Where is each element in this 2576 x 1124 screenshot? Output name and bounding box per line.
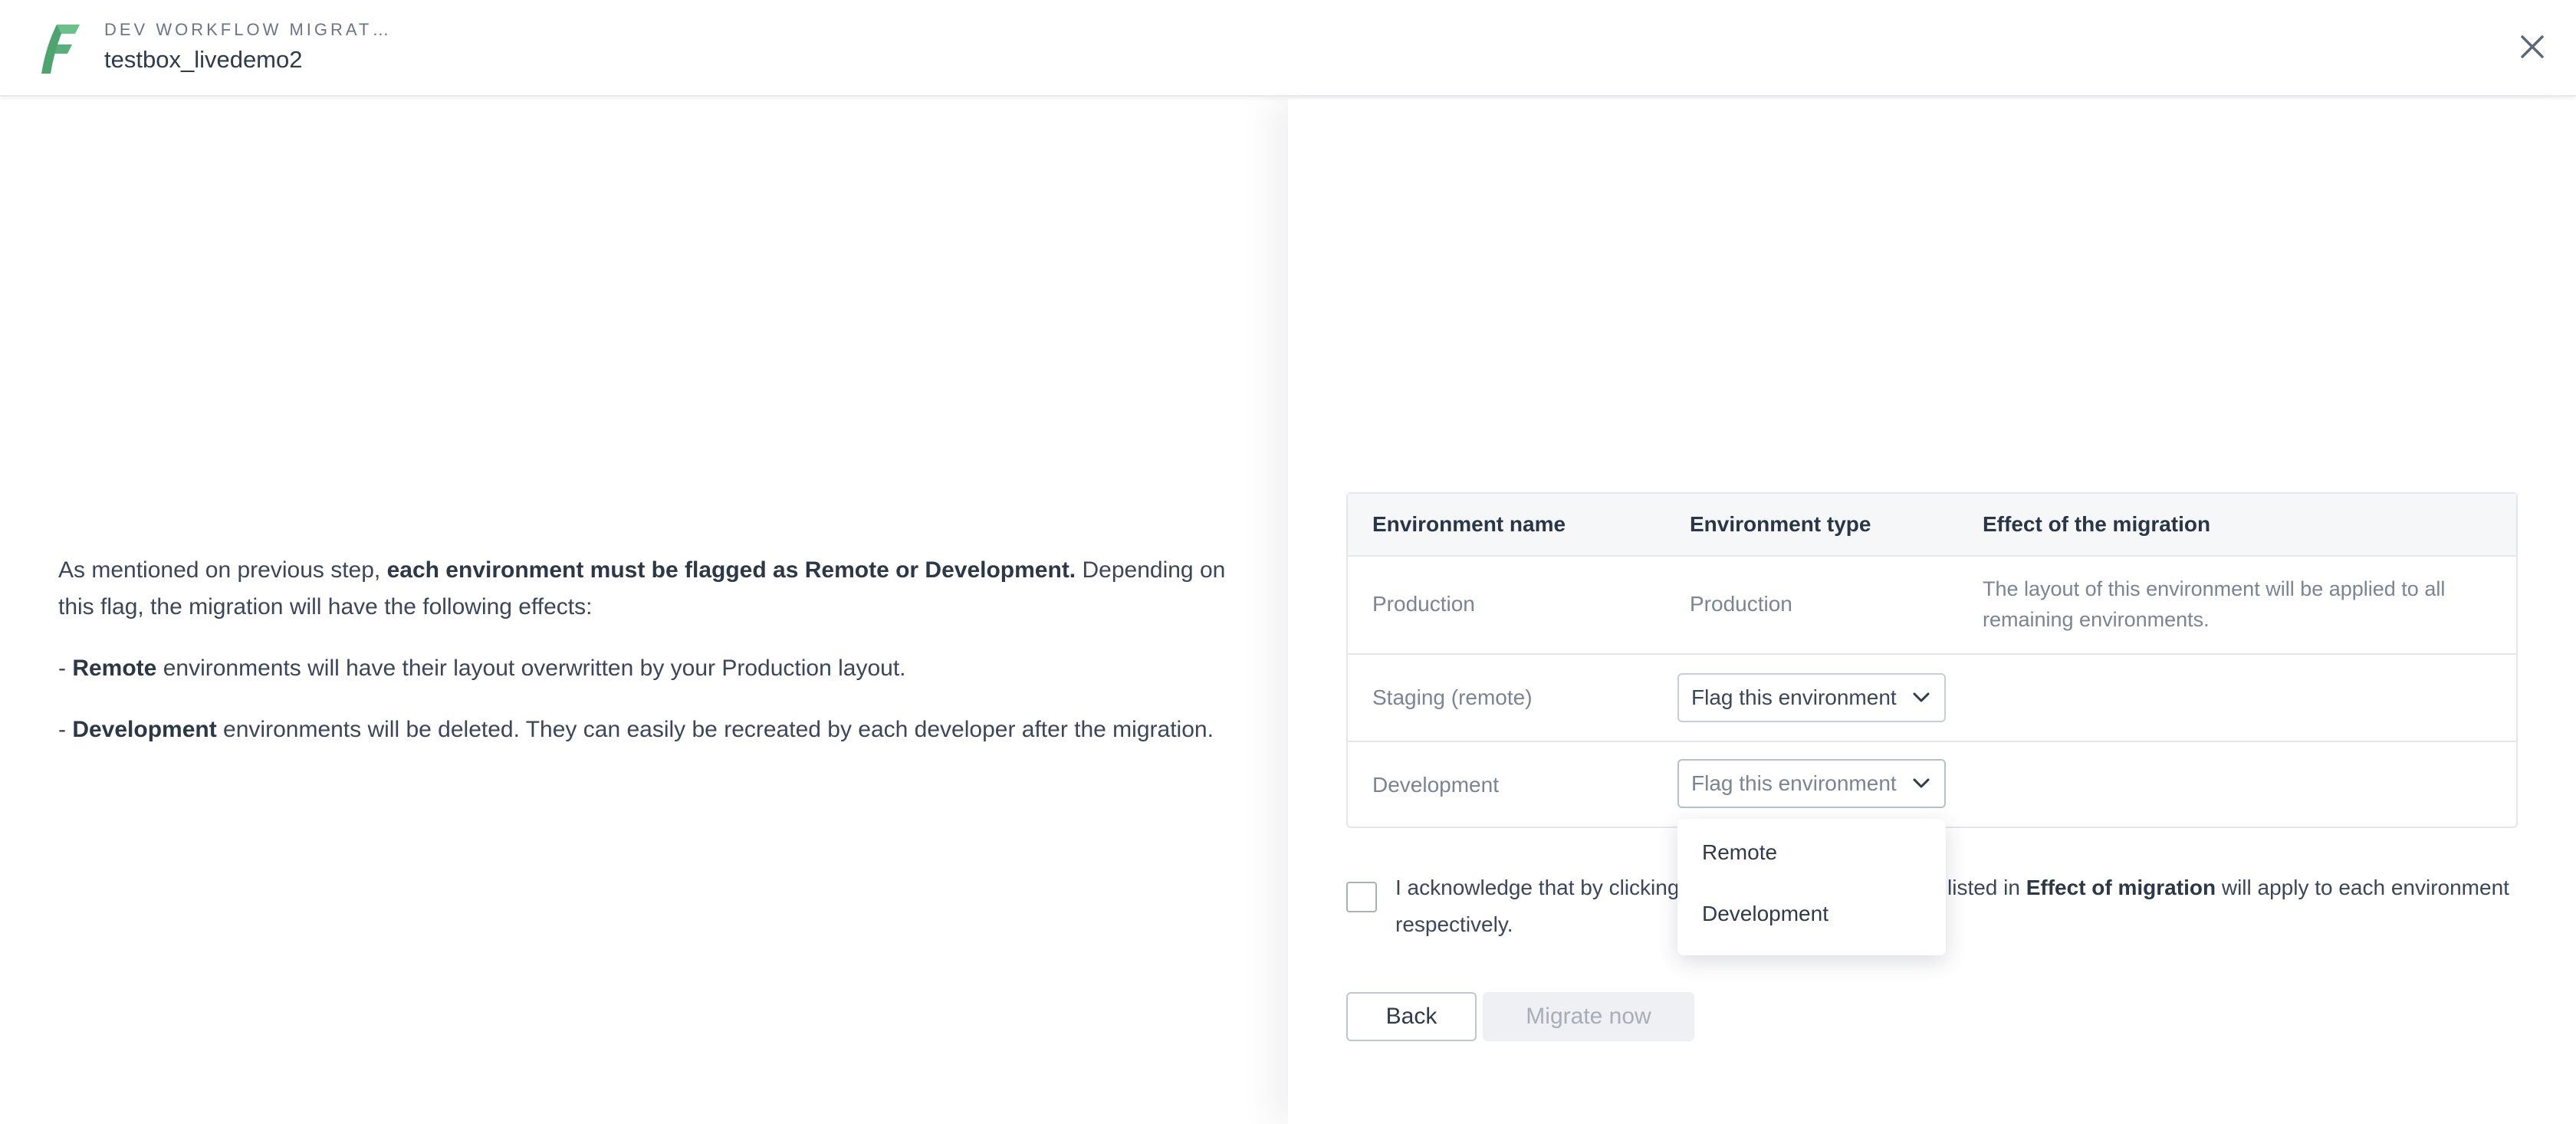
- table-row: Production Production The layout of this…: [1348, 555, 2516, 653]
- close-icon[interactable]: [2516, 31, 2548, 63]
- migrate-now-button[interactable]: Migrate now: [1483, 992, 1694, 1041]
- f-logo-icon: [41, 25, 80, 74]
- table-header-row: Environment name Environment type Effect…: [1348, 494, 2516, 555]
- env-effect: The layout of this environment will be a…: [1983, 577, 2446, 631]
- env-name: Staging (remote): [1372, 685, 1533, 709]
- intro-text: As mentioned on previous step, each envi…: [58, 552, 1239, 773]
- intro-paragraph-remote: - Remote environments will have their la…: [58, 656, 906, 681]
- chevron-down-icon: [1913, 778, 1930, 788]
- acknowledge-text-end: respectively.: [1395, 912, 1513, 936]
- header-bar: DEV WORKFLOW MIGRAT… testbox_livedemo2: [0, 0, 2576, 97]
- env-type-select-development[interactable]: Flag this environment: [1677, 759, 1946, 808]
- intro-paragraph-development: - Development environments will be delet…: [58, 717, 1214, 742]
- left-panel: As mentioned on previous step, each envi…: [0, 98, 1288, 1124]
- project-title: testbox_livedemo2: [104, 46, 303, 73]
- acknowledge-checkbox[interactable]: [1346, 882, 1377, 912]
- workflow-subtitle: DEV WORKFLOW MIGRAT…: [104, 20, 393, 39]
- table-row: Development Flag this environment: [1348, 741, 2516, 827]
- select-value: Flag this environment: [1691, 685, 1897, 709]
- env-type-dropdown-menu: Remote Development: [1677, 819, 1946, 955]
- dropdown-option-remote[interactable]: Remote: [1702, 840, 1777, 865]
- chevron-down-icon: [1913, 692, 1930, 702]
- column-header-type: Environment type: [1690, 512, 1871, 536]
- env-type: Production: [1690, 592, 1792, 616]
- table-row: Staging (remote) Flag this environment: [1348, 653, 2516, 741]
- acknowledge-text-start: I acknowledge that by clicking: [1395, 876, 1680, 899]
- env-name: Production: [1372, 592, 1475, 616]
- column-header-effect: Effect of the migration: [1983, 512, 2211, 536]
- env-type-select-staging[interactable]: Flag this environment: [1677, 673, 1946, 722]
- acknowledge-text-middle: listed in Effect of migration will apply…: [1947, 876, 2509, 899]
- environment-table: Environment name Environment type Effect…: [1346, 492, 2518, 828]
- intro-paragraph-1: As mentioned on previous step, each envi…: [58, 557, 1226, 620]
- dropdown-option-development[interactable]: Development: [1702, 902, 1829, 926]
- env-name: Development: [1372, 773, 1499, 797]
- select-value: Flag this environment: [1691, 771, 1897, 795]
- column-header-name: Environment name: [1372, 512, 1566, 536]
- back-button[interactable]: Back: [1346, 992, 1477, 1041]
